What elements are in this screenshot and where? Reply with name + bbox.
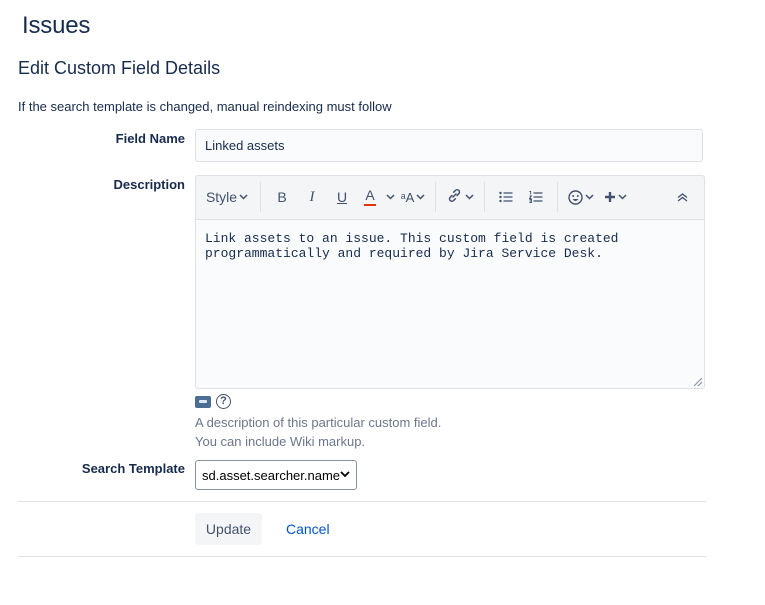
chevron-down-icon <box>239 192 248 203</box>
chevron-down-icon <box>340 470 350 481</box>
wiki-markup-toggle-icon[interactable] <box>195 395 211 408</box>
text-format-icon: ᵃA <box>400 189 415 205</box>
collapse-toolbar-button[interactable] <box>668 183 696 211</box>
text-color-bar <box>364 204 376 206</box>
emoji-button[interactable] <box>564 183 598 211</box>
description-hint-line: You can include Wiki markup. <box>195 434 366 449</box>
numbered-list-button[interactable] <box>521 183 551 211</box>
field-name-input[interactable]: Linked assets <box>195 129 703 162</box>
bullet-list-button[interactable] <box>491 183 521 211</box>
underline-button[interactable]: U <box>327 183 357 211</box>
insert-more-button[interactable] <box>598 183 632 211</box>
numbered-list-icon <box>529 191 543 203</box>
reindex-notice: If the search template is changed, manua… <box>18 99 392 114</box>
field-name-label: Field Name <box>115 131 185 146</box>
text-color-chevron-icon[interactable] <box>383 183 397 211</box>
bullet-list-icon <box>499 191 513 203</box>
search-template-value: sd.asset.searcher.name <box>202 467 341 483</box>
editor-toolbar: Style B I U A ᵃA <box>196 176 704 218</box>
form-divider <box>18 501 706 502</box>
plus-icon <box>604 192 615 202</box>
toolbar-separator <box>557 182 558 212</box>
search-template-label: Search Template <box>81 461 185 476</box>
chevron-down-icon <box>617 192 627 203</box>
page-title: Issues <box>22 12 91 39</box>
style-label: Style <box>205 189 238 205</box>
emoji-icon <box>568 189 583 205</box>
toolbar-separator <box>484 182 485 212</box>
text-format-button[interactable]: ᵃA <box>397 183 429 211</box>
italic-button[interactable]: I <box>297 183 327 211</box>
editor-help-row: ? <box>195 394 231 409</box>
text-color-letter: A <box>365 187 375 203</box>
description-editor: Style B I U A ᵃA Link assets to an issue… <box>195 175 705 389</box>
link-icon <box>446 187 463 207</box>
description-textarea[interactable]: Link assets to an issue. This custom fie… <box>196 219 704 388</box>
description-hint-line: A description of this particular custom … <box>195 415 442 430</box>
toolbar-separator <box>260 182 261 212</box>
toolbar-separator <box>435 182 436 212</box>
resize-handle[interactable] <box>694 378 702 386</box>
update-button[interactable]: Update <box>195 513 262 545</box>
style-dropdown[interactable]: Style <box>200 183 254 211</box>
bold-button[interactable]: B <box>267 183 297 211</box>
section-heading: Edit Custom Field Details <box>18 58 221 78</box>
description-label: Description <box>113 177 185 192</box>
chevron-down-icon <box>465 192 474 203</box>
help-icon[interactable]: ? <box>216 394 231 409</box>
chevron-down-icon <box>416 192 425 203</box>
search-template-select[interactable]: sd.asset.searcher.name <box>195 460 357 490</box>
chevron-double-up-icon <box>677 192 687 202</box>
text-color-button[interactable]: A <box>357 183 383 211</box>
link-button[interactable] <box>442 183 478 211</box>
chevron-down-icon <box>585 192 594 203</box>
form-divider <box>18 556 706 557</box>
description-hint: A description of this particular custom … <box>195 413 441 451</box>
cancel-link[interactable]: Cancel <box>286 521 330 537</box>
